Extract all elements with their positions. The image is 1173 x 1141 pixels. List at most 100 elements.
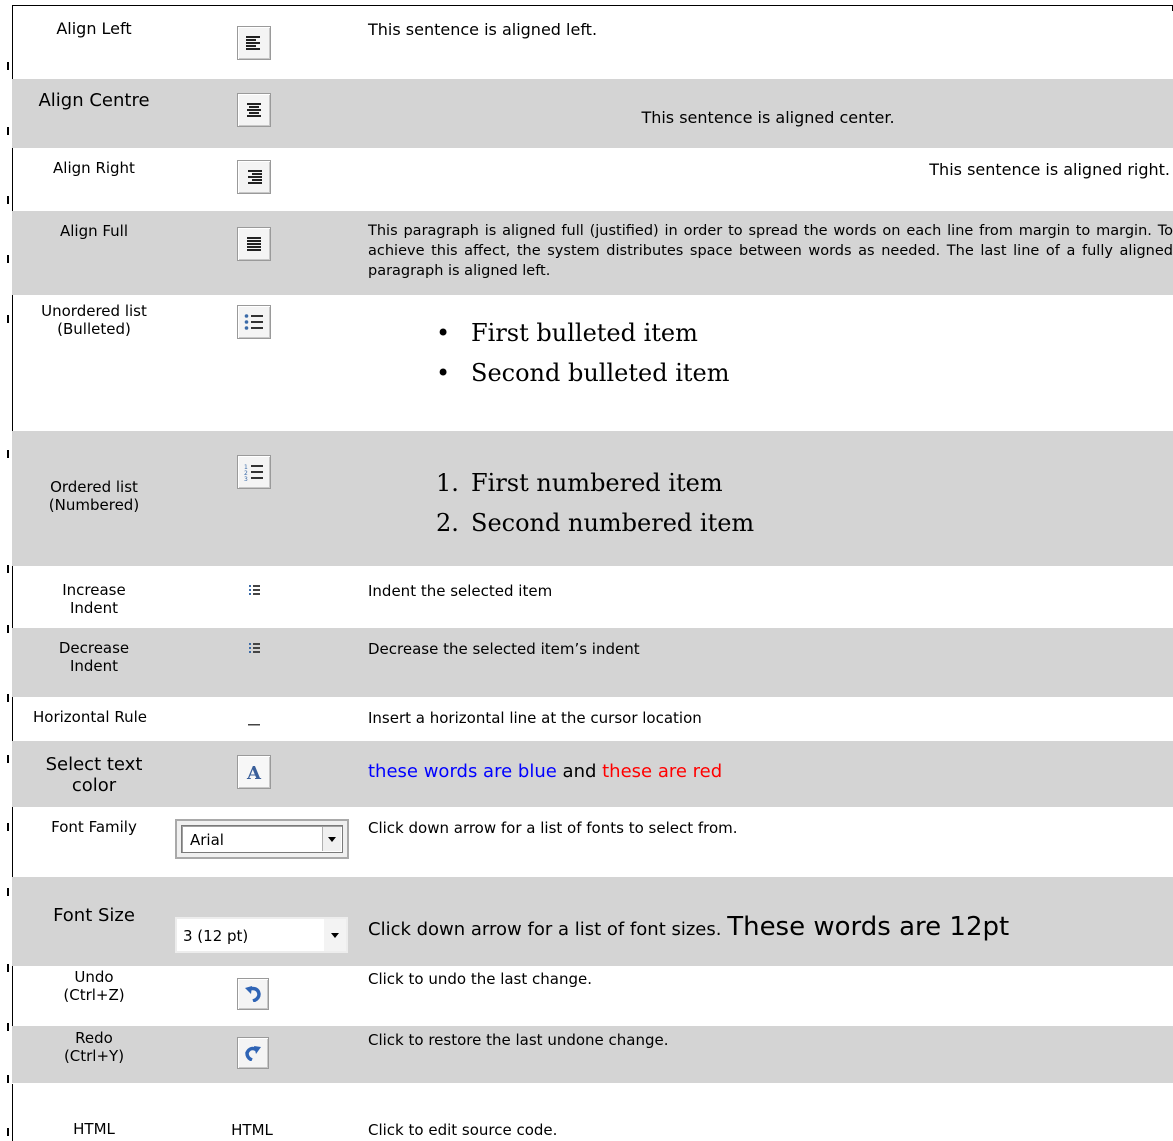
row-label: Decrease Indent — [12, 639, 176, 675]
label-line: Increase — [62, 581, 126, 599]
row-label: Unordered list (Bulleted) — [12, 302, 176, 338]
numbered-list-icon: 1 2 3 — [244, 464, 263, 481]
row-align-left: Align Left This sentence is aligned left… — [12, 6, 1173, 79]
row-decrease-indent: Decrease Indent Decrease the selected it… — [12, 628, 1173, 697]
margin-tick — [7, 196, 9, 204]
chevron-down-icon — [331, 932, 339, 938]
select-value: Arial — [190, 831, 224, 849]
margin-tick — [7, 964, 9, 972]
label-line: Indent — [69, 656, 119, 675]
margin-tick — [7, 1075, 9, 1083]
list-item: • Second bulleted item — [436, 359, 730, 387]
align-right-icon — [248, 170, 262, 184]
row-description: Decrease the selected item’s indent — [368, 640, 640, 658]
margin-tick — [7, 127, 9, 135]
margin-tick — [7, 255, 9, 263]
align-justify-button[interactable] — [237, 227, 271, 261]
row-label: Increase Indent — [12, 581, 176, 617]
font-family-select-frame: Arial — [175, 819, 349, 859]
label-line: (Numbered) — [48, 495, 140, 514]
align-center-button[interactable] — [237, 93, 271, 127]
row-label: Align Centre — [38, 90, 150, 111]
row-label: Align Right — [53, 159, 135, 177]
html-button[interactable]: HTML — [212, 1121, 292, 1139]
row-horizontal-rule: Horizontal Rule Insert a horizontal line… — [12, 697, 1173, 741]
row-html: HTML HTML Click to edit source code. — [12, 1083, 1173, 1141]
decrease-indent-icon[interactable] — [249, 643, 260, 653]
select-value: 3 (12 pt) — [183, 927, 249, 945]
row-undo: Undo (Ctrl+Z) Click to undo the last cha… — [12, 966, 1173, 1026]
text-color-icon: A — [246, 763, 262, 782]
formatting-reference-document: Align Left This sentence is aligned left… — [0, 0, 1173, 1141]
font-size-description: Click down arrow for a list of font size… — [368, 919, 728, 940]
align-right-button[interactable] — [237, 160, 271, 194]
increase-indent-icon[interactable] — [249, 585, 260, 595]
row-label: Align Full — [59, 222, 129, 240]
numbered-list-button[interactable]: 1 2 3 — [237, 455, 271, 489]
row-label: Ordered list (Numbered) — [12, 478, 176, 514]
undo-icon — [245, 986, 261, 1002]
row-unordered-list: Unordered list (Bulleted) • First bullete… — [12, 295, 1173, 431]
horizontal-rule-icon[interactable] — [248, 719, 260, 727]
margin-tick — [7, 315, 9, 323]
row-align-right: Align Right This sentence is aligned rig… — [12, 148, 1173, 211]
row-description: Click down arrow for a list of fonts to … — [368, 819, 738, 837]
font-size-select[interactable]: 3 (12 pt) — [175, 917, 348, 953]
svg-text:3: 3 — [244, 476, 248, 481]
row-description: Click to edit source code. — [368, 1121, 558, 1139]
undo-button[interactable] — [237, 978, 269, 1010]
svg-text:A: A — [246, 763, 262, 782]
bulleted-list: • First bulleted item • Second bulleted it… — [436, 313, 729, 393]
label-line: Unordered list — [41, 302, 147, 320]
margin-tick — [7, 1023, 9, 1031]
row-label: Horizontal Rule — [32, 708, 147, 726]
row-select-text-color: Select text color A these words are blue… — [12, 741, 1173, 807]
row-description: Insert a horizontal line at the cursor l… — [368, 709, 702, 727]
margin-tick — [7, 1128, 9, 1136]
align-justify-icon — [247, 237, 261, 251]
label-line: (Ctrl+Z) — [63, 985, 125, 1004]
redo-icon — [245, 1046, 261, 1061]
row-description: Click to restore the last undone change. — [368, 1031, 669, 1049]
bulleted-list-icon — [244, 314, 263, 330]
label-line: Redo — [75, 1029, 113, 1047]
redo-button[interactable] — [237, 1037, 269, 1069]
label-line: (Bulleted) — [57, 319, 131, 338]
row-description: Click down arrow for a list of font size… — [368, 911, 1173, 945]
numbered-list: 1. First numbered item 2. Second numbered … — [436, 463, 754, 543]
row-description: Indent the selected item — [368, 582, 553, 600]
label-line: Select text — [45, 754, 143, 775]
row-description: these words are blue and these are red — [368, 760, 1168, 783]
margin-tick — [7, 565, 9, 573]
list-item: • First bulleted item — [436, 319, 698, 347]
row-increase-indent: Increase Indent Indent the selected item — [12, 566, 1173, 628]
margin-tick — [7, 694, 9, 702]
margin-tick — [7, 823, 9, 831]
margin-tick — [7, 450, 9, 458]
label-line: (Ctrl+Y) — [63, 1046, 125, 1065]
row-label: Font Size — [53, 905, 135, 926]
label-line: Undo — [74, 968, 114, 986]
row-description: This sentence is aligned center. — [641, 108, 895, 127]
text-color-button[interactable]: A — [237, 755, 271, 789]
font-family-select[interactable]: Arial — [181, 825, 343, 853]
dropdown-arrow-button[interactable] — [322, 827, 341, 851]
align-left-button[interactable] — [237, 26, 271, 60]
bulleted-list-button[interactable] — [237, 305, 271, 339]
align-center-icon — [247, 103, 261, 117]
row-font-family: Font Family Arial Click down arrow for a… — [12, 807, 1173, 877]
margin-tick — [7, 888, 9, 896]
label-line: Indent — [69, 598, 119, 617]
margin-tick — [7, 62, 9, 70]
list-item: 2. Second numbered item — [436, 509, 755, 537]
dropdown-arrow-button[interactable] — [324, 919, 346, 951]
row-label: Redo (Ctrl+Y) — [12, 1029, 176, 1065]
row-label: Select text color — [12, 754, 176, 796]
row-font-size: Font Size 3 (12 pt) Click down arrow for… — [12, 877, 1173, 966]
list-item: 1. First numbered item — [436, 469, 723, 497]
margin-tick — [7, 755, 9, 763]
row-align-full: Align Full This paragraph is aligned ful… — [12, 211, 1173, 295]
row-ordered-list: Ordered list (Numbered) 1 2 3 1. First nu… — [12, 431, 1173, 566]
twelve-point-text: These words are 12pt — [727, 912, 1010, 942]
row-description: This sentence is aligned left. — [368, 20, 598, 39]
